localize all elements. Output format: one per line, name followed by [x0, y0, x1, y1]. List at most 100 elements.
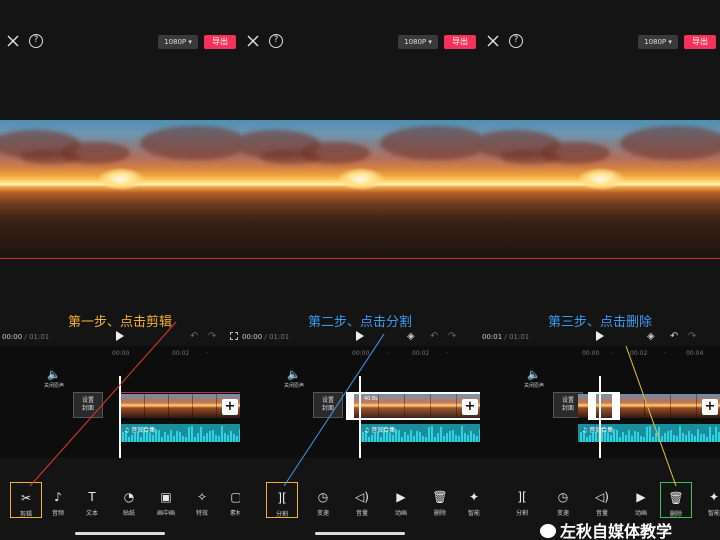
- tool-animation[interactable]: ▶ 动画: [625, 482, 657, 518]
- close-icon[interactable]: [246, 34, 260, 48]
- waveform-bar: [236, 436, 238, 442]
- play-icon[interactable]: [596, 331, 604, 341]
- resolution-button[interactable]: 1080P ▾: [398, 35, 438, 49]
- waveform-bar: [440, 426, 442, 442]
- waveform-bar: [152, 434, 154, 442]
- waveform-bar: [664, 432, 666, 442]
- audio-track-label: ♫ 音效合集: [582, 427, 614, 434]
- waveform-bar: [616, 430, 618, 442]
- effects-icon: ✧: [196, 490, 208, 504]
- playhead[interactable]: [119, 376, 121, 458]
- trim-handle-right[interactable]: [612, 392, 620, 420]
- playhead[interactable]: [599, 376, 601, 458]
- waveform-bar: [218, 435, 220, 442]
- keyframe-icon[interactable]: ◈: [407, 331, 415, 342]
- waveform-bar: [131, 435, 133, 442]
- help-icon[interactable]: ?: [269, 34, 283, 48]
- waveform-bar: [134, 432, 136, 442]
- tool-volume[interactable]: ◁) 音量: [586, 482, 618, 518]
- tool-pip[interactable]: ▣ 画中画: [150, 482, 182, 518]
- waveform-bar: [622, 432, 624, 442]
- close-icon[interactable]: [6, 34, 20, 48]
- redo-icon[interactable]: ↷: [688, 331, 696, 342]
- tool-animation[interactable]: ▶ 动画: [385, 482, 417, 518]
- tool-speed[interactable]: ◷ 变速: [307, 482, 339, 518]
- sticker-icon: ◔: [123, 490, 135, 504]
- tool-sticker[interactable]: ◔ 贴纸: [113, 482, 145, 518]
- tool-smart[interactable]: ✦ 智能: [698, 482, 720, 518]
- waveform-bar: [413, 436, 415, 442]
- set-cover-button[interactable]: 设置 封面: [73, 392, 103, 418]
- tool-material[interactable]: ▢ 素材: [220, 482, 240, 518]
- mute-original-audio[interactable]: 🔈 关闭原声: [274, 368, 314, 389]
- tool-text[interactable]: T 文本: [76, 482, 108, 518]
- add-clip-button[interactable]: +: [702, 399, 718, 415]
- tool-delete[interactable]: 🗑 删除: [660, 482, 692, 518]
- waveform-bar: [206, 432, 208, 442]
- waveform-bar: [140, 437, 142, 442]
- close-icon[interactable]: [486, 34, 500, 48]
- waveform-bar: [607, 433, 609, 442]
- redo-icon[interactable]: ↷: [448, 331, 456, 342]
- waveform-bar: [449, 431, 451, 442]
- playhead[interactable]: [359, 376, 361, 458]
- waveform-bar: [670, 429, 672, 442]
- tool-effects[interactable]: ✧ 特效: [186, 482, 218, 518]
- waveform-bar: [176, 431, 178, 442]
- music-note-icon: ♪: [54, 490, 62, 504]
- undo-icon[interactable]: ↶: [670, 331, 678, 342]
- export-button[interactable]: 导出: [204, 35, 236, 49]
- scissors-icon: ✂: [20, 491, 32, 505]
- help-icon[interactable]: ?: [29, 34, 43, 48]
- waveform-bar: [203, 435, 205, 442]
- waveform-bar: [586, 436, 588, 442]
- play-icon[interactable]: [356, 331, 364, 341]
- add-clip-button[interactable]: +: [462, 399, 478, 415]
- waveform-bar: [643, 437, 645, 442]
- tool-edit[interactable]: ✂ 剪辑: [10, 482, 42, 518]
- add-clip-button[interactable]: +: [222, 399, 238, 415]
- tool-volume[interactable]: ◁) 音量: [346, 482, 378, 518]
- tool-smart[interactable]: ✦ 智能: [458, 482, 480, 518]
- waveform-bar: [589, 435, 591, 442]
- waveform-bar: [401, 437, 403, 442]
- waveform-bar: [428, 426, 430, 442]
- tool-audio[interactable]: ♪ 音频: [42, 482, 74, 518]
- timeline[interactable]: 00:00 · 00:02 · 🔈 关闭原声 设置 封面 + ♫ 音效合集: [0, 346, 240, 458]
- undo-icon[interactable]: ↶: [430, 331, 438, 342]
- split-icon: ][: [277, 491, 287, 505]
- waveform-bar: [161, 437, 163, 442]
- resolution-button[interactable]: 1080P ▾: [638, 35, 678, 49]
- play-icon[interactable]: [116, 331, 124, 341]
- waveform-bar: [652, 436, 654, 442]
- mute-original-audio[interactable]: 🔈 关闭原声: [34, 368, 74, 389]
- keyframe-icon[interactable]: ◈: [647, 331, 655, 342]
- step-instruction: 第二步、点击分割: [307, 315, 412, 330]
- tool-split[interactable]: ][分割: [506, 482, 538, 518]
- waveform-bar: [610, 434, 612, 442]
- trim-handle-left[interactable]: [346, 392, 354, 420]
- waveform-bar: [221, 426, 223, 442]
- waveform-bar: [185, 437, 187, 442]
- timeline[interactable]: 00:00 · 00:02 · 00:04 🔈 关闭原声 设置 封面 + ♫ 音效…: [480, 346, 720, 458]
- video-preview: [240, 120, 480, 260]
- mute-original-audio[interactable]: 🔈 关闭原声: [514, 368, 554, 389]
- tool-split[interactable]: ][分割: [266, 482, 298, 518]
- help-icon[interactable]: ?: [509, 34, 523, 48]
- tool-delete[interactable]: 🗑 删除: [424, 482, 456, 518]
- resolution-button[interactable]: 1080P ▾: [158, 35, 198, 49]
- set-cover-button[interactable]: 设置 封面: [313, 392, 343, 418]
- selected-clip-frame[interactable]: [346, 392, 480, 420]
- fullscreen-icon[interactable]: [230, 332, 238, 340]
- text-icon: T: [88, 490, 96, 504]
- timeline[interactable]: 00:00 · 00:02 · 🔈 关闭原声 设置 封面 40.8s + ♫ 音效…: [240, 346, 480, 458]
- waveform-bar: [422, 435, 424, 442]
- undo-icon[interactable]: ↶: [190, 331, 198, 342]
- export-button[interactable]: 导出: [444, 35, 476, 49]
- waveform-bar: [712, 435, 714, 442]
- tool-speed[interactable]: ◷ 变速: [547, 482, 579, 518]
- smart-icon: ✦: [708, 490, 720, 504]
- export-button[interactable]: 导出: [684, 35, 716, 49]
- redo-icon[interactable]: ↷: [208, 331, 216, 342]
- waveform-bar: [197, 432, 199, 442]
